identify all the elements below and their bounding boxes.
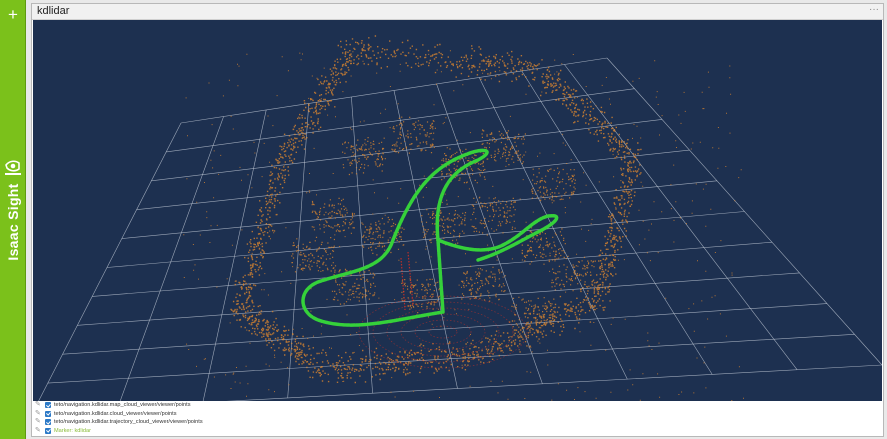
viewer-window: kdlidar ··· ✎ teto/navigation.kdlidar.map… (31, 3, 884, 437)
layer-row[interactable]: ✎ teto/navigation.kdlidar.map_cloud_viewe… (33, 401, 882, 410)
pencil-icon[interactable]: ✎ (35, 418, 43, 427)
layer-row[interactable]: ✎ teto/navigation.kdlidar.trajectory_clou… (33, 418, 882, 427)
layer-visibility-checkbox[interactable] (45, 410, 51, 417)
sidebar: + Isaac Sight (0, 0, 26, 439)
nvidia-logo-icon (5, 160, 21, 175)
layer-name: teto/navigation.kdlidar.cloud_viewer/vie… (54, 410, 177, 417)
layer-row[interactable]: ✎ Marker: kdlidar (33, 427, 882, 436)
pencil-icon[interactable]: ✎ (35, 427, 43, 436)
window-menu-icon[interactable]: ··· (869, 4, 879, 15)
layer-name: Marker: kdlidar (54, 427, 91, 434)
brand-title: Isaac Sight (5, 183, 21, 261)
layer-visibility-checkbox[interactable] (45, 419, 51, 425)
add-button[interactable]: + (0, 4, 26, 26)
3d-viewport[interactable] (33, 20, 882, 401)
window-title: kdlidar (37, 5, 70, 17)
layer-list: ✎ teto/navigation.kdlidar.map_cloud_viewe… (33, 401, 882, 436)
layer-name: teto/navigation.kdlidar.map_cloud_viewer… (54, 402, 191, 408)
trajectory-path (301, 148, 559, 327)
plus-icon: + (8, 5, 18, 24)
layer-visibility-checkbox[interactable] (45, 402, 51, 408)
layer-visibility-checkbox[interactable] (45, 427, 51, 434)
pencil-icon[interactable]: ✎ (35, 401, 43, 410)
pencil-icon[interactable]: ✎ (35, 410, 43, 419)
layer-row[interactable]: ✎ teto/navigation.kdlidar.cloud_viewer/vi… (33, 410, 882, 419)
pointcloud-render (38, 35, 882, 401)
layer-name: teto/navigation.kdlidar.trajectory_cloud… (54, 419, 203, 425)
window-titlebar[interactable]: kdlidar ··· (32, 4, 883, 20)
